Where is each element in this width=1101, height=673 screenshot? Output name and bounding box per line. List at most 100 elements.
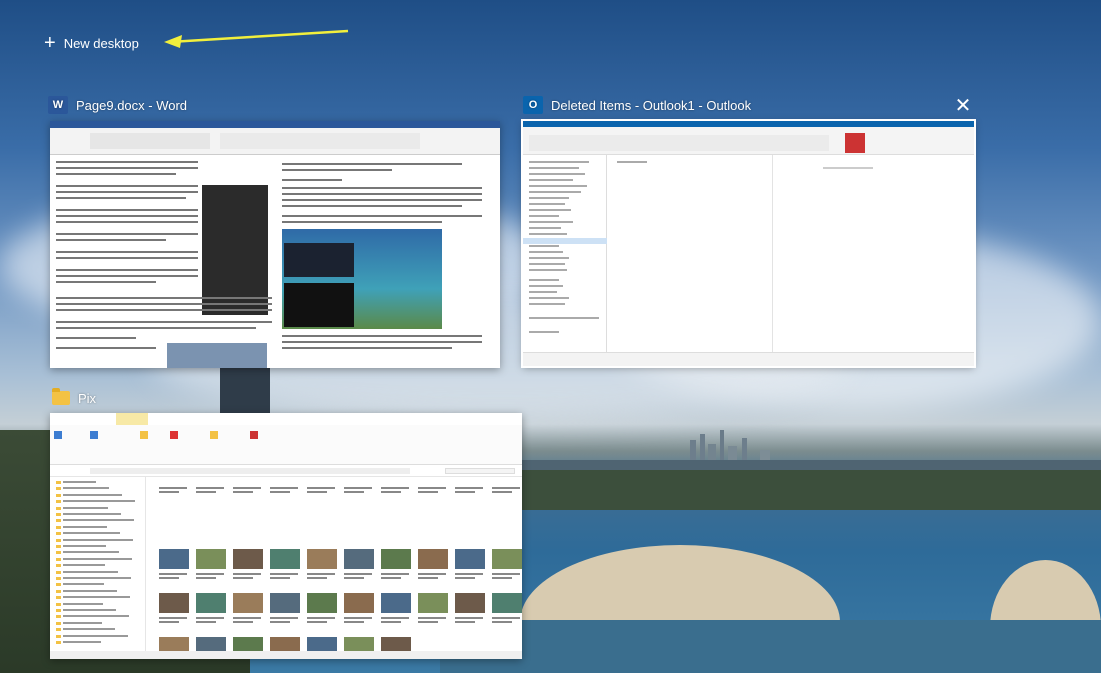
folder-row bbox=[56, 602, 103, 606]
window-thumbnail-word[interactable] bbox=[50, 121, 500, 368]
close-window-button[interactable]: ✕ bbox=[952, 95, 974, 117]
photo-thumbnail bbox=[159, 549, 189, 569]
file-caption bbox=[455, 487, 483, 489]
file-caption bbox=[307, 577, 327, 579]
explorer-navigation-pane bbox=[50, 477, 146, 651]
window-thumbnail-outlook[interactable] bbox=[521, 119, 976, 368]
file-caption bbox=[492, 573, 520, 575]
file-caption bbox=[455, 491, 475, 493]
folder-row bbox=[56, 487, 109, 491]
file-caption bbox=[196, 573, 224, 575]
folder-row bbox=[56, 545, 106, 548]
folder-row bbox=[56, 551, 119, 555]
folder-row bbox=[56, 538, 133, 542]
file-caption bbox=[381, 487, 409, 489]
outlook-reading-pane bbox=[773, 155, 974, 352]
plus-icon: + bbox=[44, 32, 56, 54]
folder-row bbox=[56, 583, 104, 587]
file-caption bbox=[307, 487, 335, 489]
photo-thumbnail bbox=[418, 593, 448, 613]
file-caption bbox=[344, 491, 364, 493]
file-caption bbox=[159, 487, 187, 489]
folder-icon bbox=[52, 388, 70, 405]
file-caption bbox=[307, 491, 327, 493]
file-caption bbox=[381, 621, 401, 623]
file-caption bbox=[196, 487, 224, 489]
file-caption bbox=[233, 577, 253, 579]
new-desktop-button[interactable]: + New desktop bbox=[44, 32, 139, 54]
file-caption bbox=[492, 617, 520, 619]
file-caption bbox=[159, 577, 179, 579]
file-caption bbox=[455, 577, 475, 579]
file-caption bbox=[270, 617, 298, 619]
photo-thumbnail bbox=[270, 549, 300, 569]
window-thumbnail-explorer[interactable] bbox=[50, 413, 522, 659]
outlook-ribbon bbox=[523, 121, 974, 155]
word-ribbon bbox=[50, 121, 500, 155]
photo-thumbnail bbox=[233, 549, 263, 569]
file-caption bbox=[233, 621, 253, 623]
explorer-address-bar bbox=[50, 465, 522, 477]
file-caption bbox=[381, 573, 409, 575]
folder-row bbox=[56, 609, 116, 612]
explorer-ribbon bbox=[50, 425, 522, 465]
window-title-text: Deleted Items - Outlook1 - Outlook bbox=[551, 97, 752, 113]
explorer-manage-tab bbox=[116, 413, 148, 425]
file-caption bbox=[344, 577, 364, 579]
folder-row bbox=[56, 589, 117, 593]
file-caption bbox=[381, 577, 401, 579]
file-caption bbox=[159, 491, 179, 493]
outlook-icon: O bbox=[523, 96, 543, 114]
file-caption bbox=[381, 617, 409, 619]
file-caption bbox=[307, 573, 335, 575]
photo-thumbnail bbox=[455, 593, 485, 613]
file-caption bbox=[492, 491, 512, 493]
folder-row bbox=[56, 481, 96, 484]
window-title-word[interactable]: W Page9.docx - Word bbox=[48, 95, 187, 115]
file-caption bbox=[418, 491, 438, 493]
file-caption bbox=[307, 621, 327, 623]
photo-thumbnail bbox=[307, 593, 337, 613]
document-page-right bbox=[278, 157, 498, 362]
photo-thumbnail bbox=[307, 549, 337, 569]
photo-thumbnail bbox=[196, 593, 226, 613]
file-caption bbox=[455, 573, 483, 575]
file-caption bbox=[196, 617, 224, 619]
photo-thumbnail bbox=[381, 549, 411, 569]
annotation-arrow-icon bbox=[164, 29, 349, 48]
file-caption bbox=[270, 491, 290, 493]
folder-row bbox=[56, 557, 132, 561]
folder-row bbox=[56, 493, 122, 497]
photo-thumbnail bbox=[270, 593, 300, 613]
window-title-explorer[interactable]: Pix bbox=[52, 388, 96, 408]
word-icon: W bbox=[48, 96, 68, 114]
folder-row bbox=[56, 519, 134, 523]
new-desktop-label: New desktop bbox=[63, 35, 139, 51]
window-title-outlook[interactable]: O Deleted Items - Outlook1 - Outlook bbox=[523, 95, 751, 115]
folder-row bbox=[56, 564, 105, 568]
photo-thumbnail bbox=[196, 549, 226, 569]
photo-thumbnail bbox=[233, 593, 263, 613]
file-caption bbox=[270, 621, 290, 623]
folder-row bbox=[56, 525, 107, 529]
photo-thumbnail bbox=[344, 549, 374, 569]
file-caption bbox=[344, 487, 372, 489]
folder-row bbox=[56, 628, 115, 632]
photo-thumbnail bbox=[492, 593, 522, 613]
file-caption bbox=[196, 621, 216, 623]
trees bbox=[520, 470, 1101, 510]
photo-thumbnail bbox=[381, 593, 411, 613]
file-caption bbox=[270, 577, 290, 579]
outlook-status-bar bbox=[523, 352, 974, 366]
file-caption bbox=[233, 617, 261, 619]
folder-row bbox=[56, 621, 102, 625]
file-caption bbox=[233, 491, 253, 493]
folder-row bbox=[56, 513, 121, 516]
folder-row bbox=[56, 641, 101, 644]
explorer-status-bar bbox=[50, 651, 522, 659]
file-caption bbox=[418, 617, 446, 619]
folder-row bbox=[56, 570, 118, 574]
window-title-text: Pix bbox=[78, 390, 97, 406]
file-caption bbox=[455, 617, 483, 619]
file-caption bbox=[344, 617, 372, 619]
